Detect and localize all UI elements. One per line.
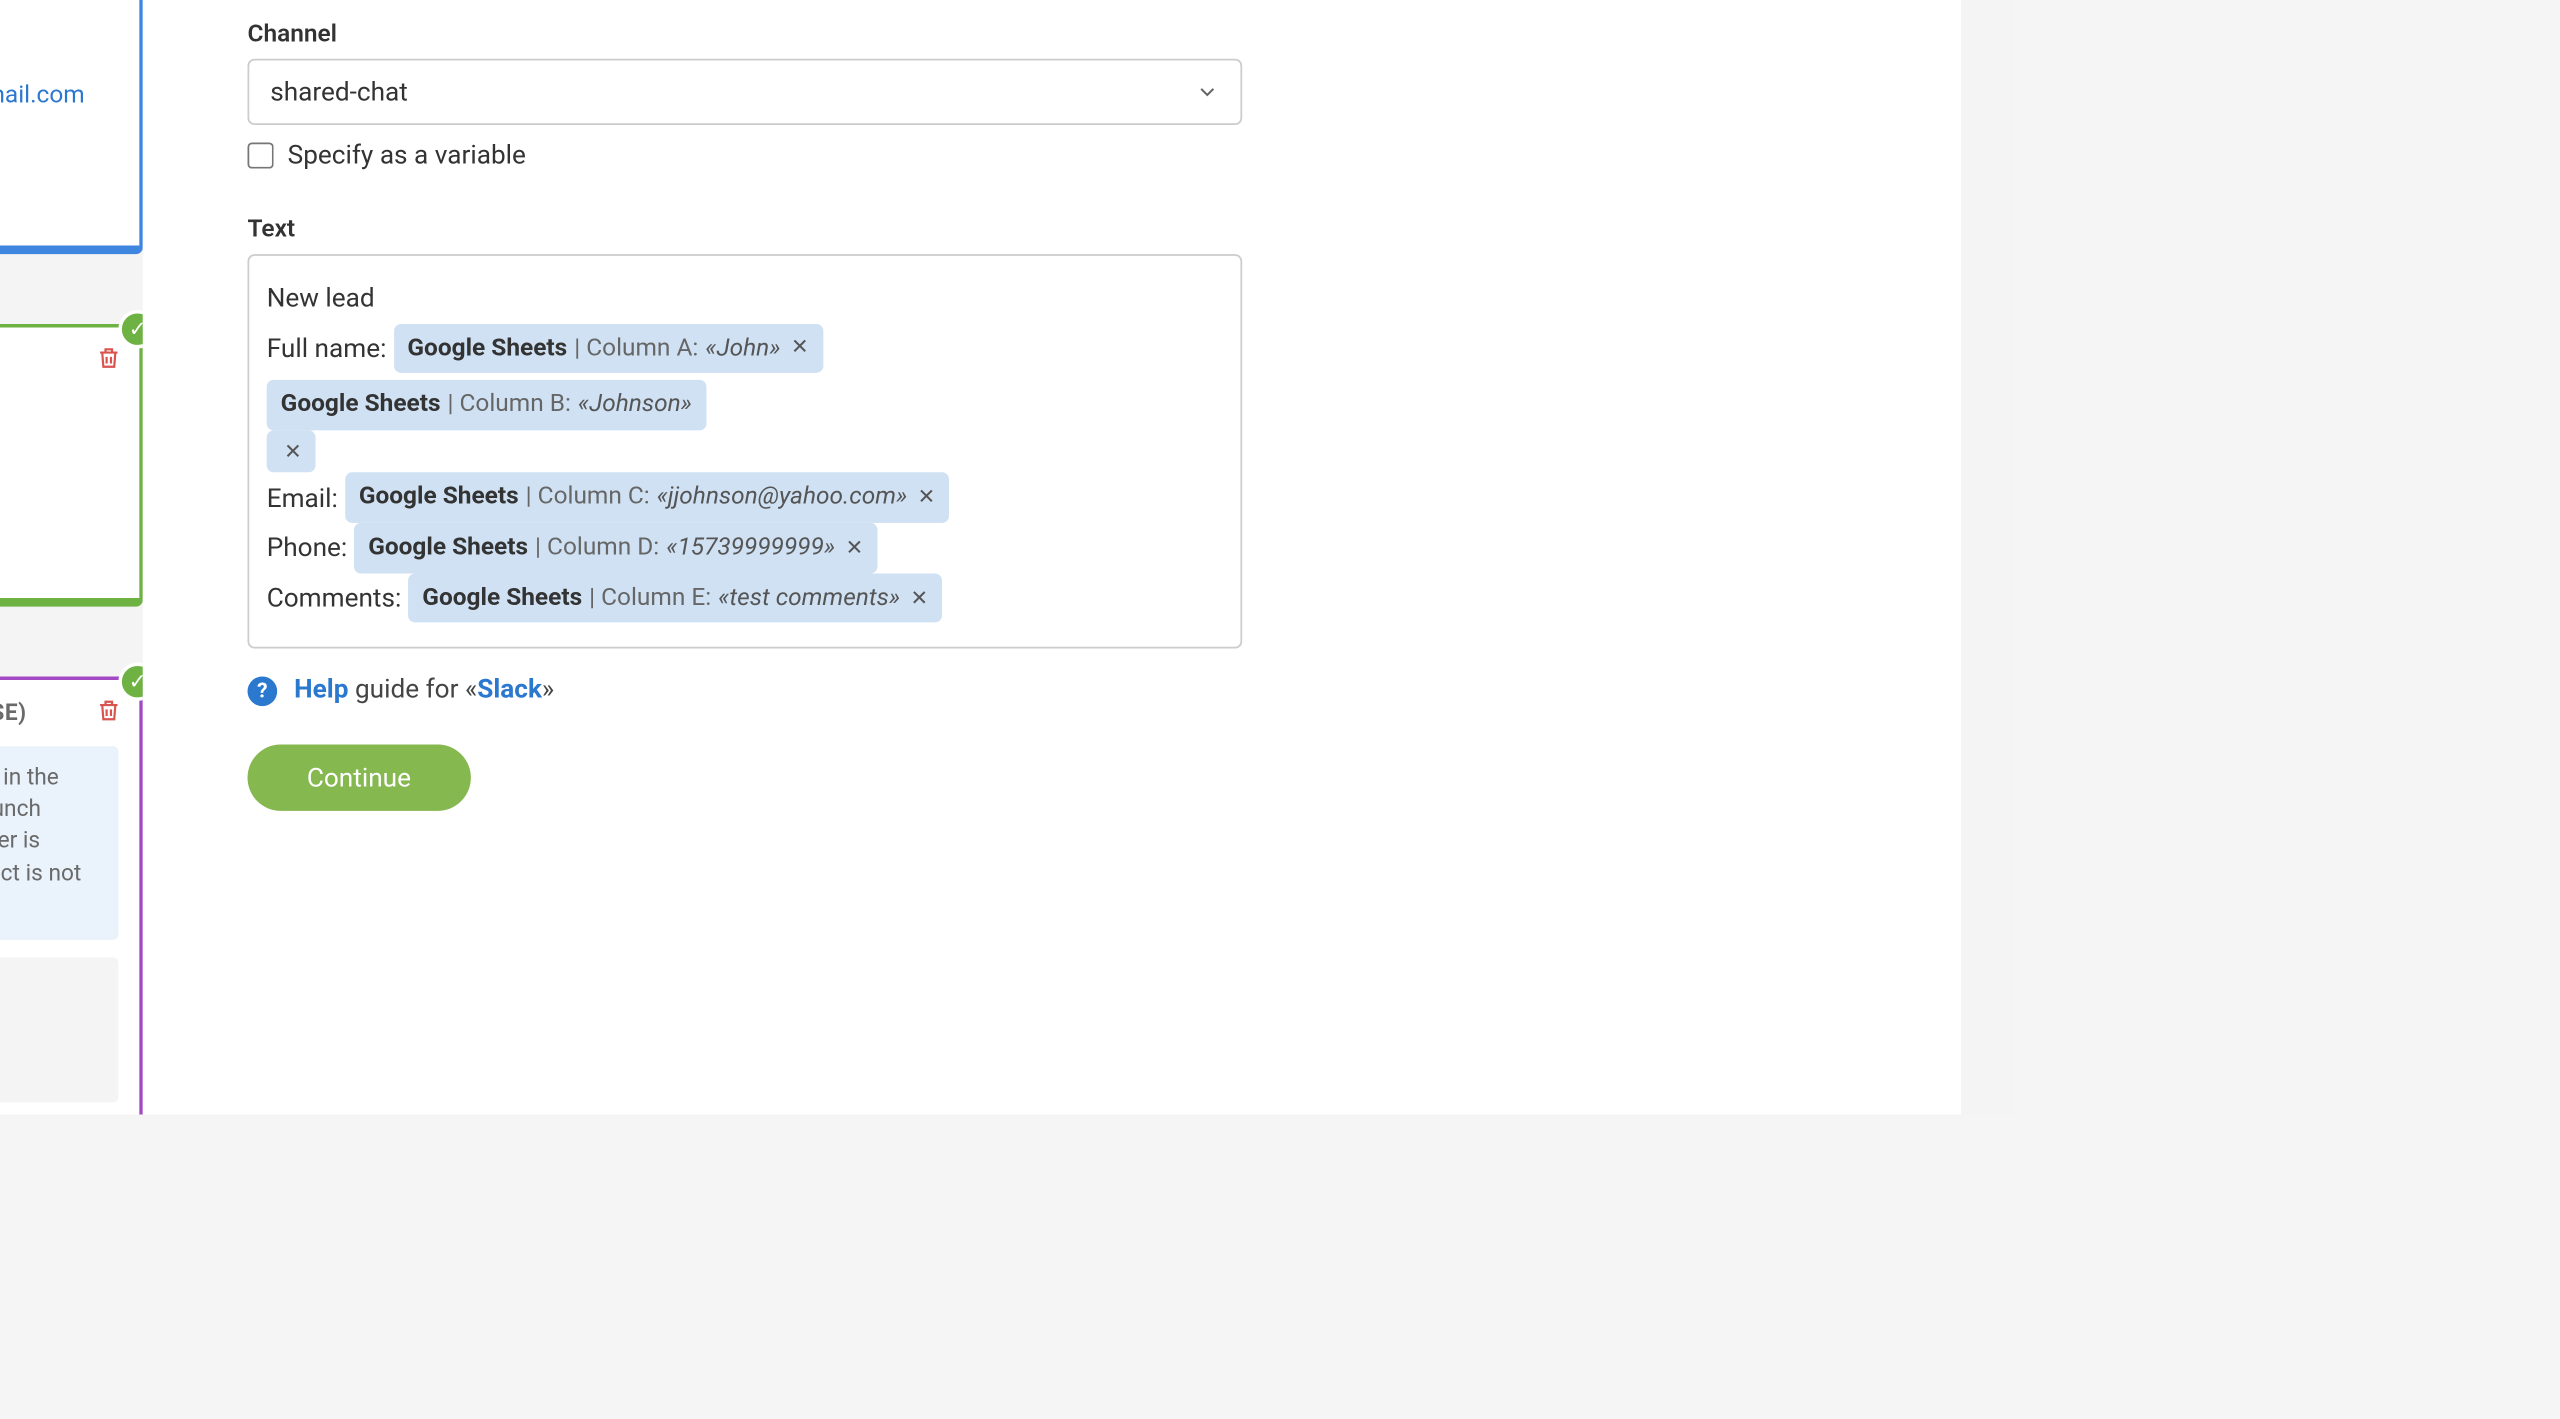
chip-remove-icon[interactable]: ✕	[846, 528, 864, 568]
chip-remove-icon[interactable]: ✕	[911, 578, 929, 618]
success-badge-icon: ✓	[118, 663, 142, 701]
channel-select[interactable]: shared-chat	[248, 59, 1243, 125]
chevron-down-icon	[1195, 80, 1219, 104]
field-chip[interactable]: Google Sheets | Column D: «15739999999» …	[354, 523, 877, 573]
left-column: 1 DATA SOURCE SystemGoogle Sheets Action…	[0, 0, 143, 1114]
channel-value: shared-chat	[270, 76, 408, 107]
specify-variable-checkbox[interactable]	[248, 142, 274, 168]
chip-remove-icon[interactable]: ✕	[918, 478, 936, 518]
right-column: Editing settings Channel shared-chat Spe…	[143, 0, 1961, 1114]
condition-note: This condition will be triggered if in t…	[0, 746, 118, 940]
chip-remove-icon[interactable]: ✕	[267, 430, 316, 473]
help-icon: ?	[248, 676, 278, 706]
channel-label: Channel	[248, 20, 1927, 48]
field-chip[interactable]: Google Sheets | Column E: «test comments…	[408, 573, 942, 623]
delete-icon[interactable]	[96, 345, 122, 371]
specify-variable-label: Specify as a variable	[288, 139, 526, 170]
continue-button[interactable]: Continue	[248, 744, 471, 810]
text-editor[interactable]: New lead Full name: Google Sheets | Colu…	[248, 254, 1243, 649]
conditional-logic-card: ✓ 3CONDITIONAL LOGIC (IF/ELSE) This cond…	[0, 676, 143, 1114]
field-chip[interactable]: Google Sheets | Column C: «jjohnson@yaho…	[345, 473, 949, 523]
field-chip[interactable]: Google Sheets | Column A: «John» ✕	[393, 323, 822, 373]
field-chip[interactable]: Google Sheets | Column B: «Johnson»	[267, 380, 706, 430]
text-label: Text	[248, 216, 1927, 244]
data-source-card: 1 DATA SOURCE SystemGoogle Sheets Action…	[0, 0, 143, 254]
source-access-link[interactable]: maverickandrii@gmail.com	[0, 78, 85, 115]
help-link[interactable]: ? Help guide for «Slack»	[248, 673, 1927, 705]
chip-remove-icon[interactable]: ✕	[791, 328, 809, 368]
success-badge-icon: ✓	[118, 310, 142, 348]
data-destination-card: ✓ 2DATA DESTINATION SystemHelpCrunch Act…	[0, 324, 143, 607]
delete-icon[interactable]	[96, 697, 122, 723]
